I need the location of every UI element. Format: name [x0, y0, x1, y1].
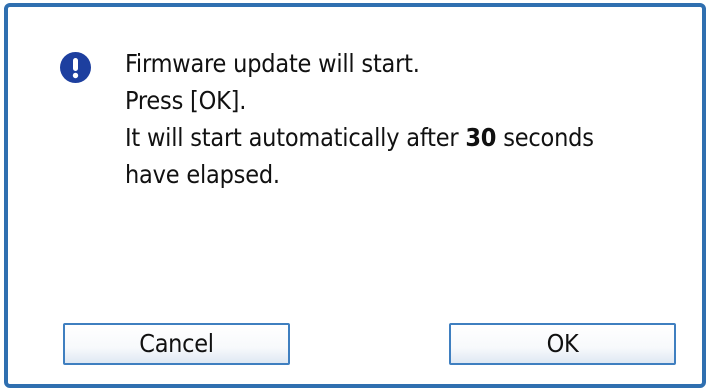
exclamation-icon [60, 52, 91, 83]
message-line-elapsed: have elapsed. [125, 160, 280, 189]
cancel-button[interactable]: Cancel [63, 323, 290, 365]
ok-button[interactable]: OK [449, 323, 676, 365]
message-line-press-ok: Press [OK]. [125, 86, 247, 115]
auto-start-text: It will start automatically after [125, 123, 466, 152]
seconds-text: seconds [496, 123, 594, 152]
firmware-update-dialog: Firmware update will start. Press [OK]. … [4, 3, 706, 388]
countdown-seconds: 30 [465, 123, 497, 152]
message-line-auto-start: It will start automatically after 30 sec… [125, 119, 705, 156]
dialog-message: Firmware update will start. Press [OK]. … [125, 45, 705, 193]
message-line-update-start: Firmware update will start. [125, 49, 420, 78]
